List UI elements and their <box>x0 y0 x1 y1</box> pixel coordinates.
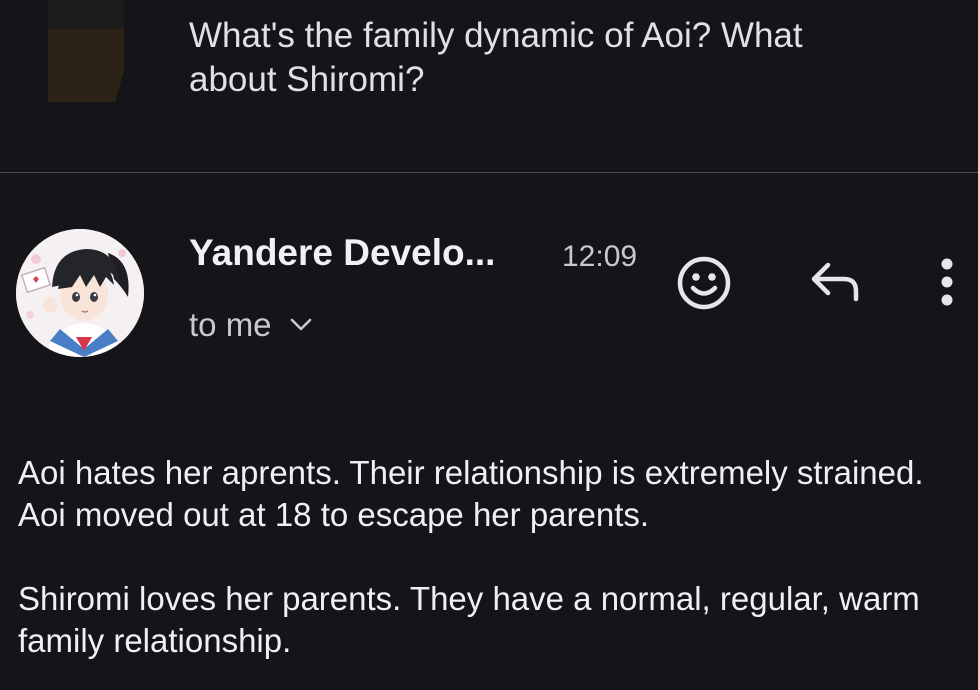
reply-button[interactable] <box>806 257 866 309</box>
more-vertical-icon <box>939 256 955 313</box>
smiley-reaction-icon <box>676 255 732 316</box>
message-paragraph: Shiromi loves her parents. They have a n… <box>18 580 920 659</box>
sender-avatar[interactable] <box>16 229 144 357</box>
previous-sender-avatar <box>48 0 124 102</box>
message-paragraph: Aoi hates her aprents. Their relationshi… <box>18 454 924 533</box>
recipient-details-toggle[interactable]: to me <box>189 306 312 344</box>
sender-name[interactable]: Yandere Develo... <box>189 232 495 274</box>
message-time: 12:09 <box>562 240 638 273</box>
previous-message-snippet: What's the family dynamic of Aoi? What a… <box>189 16 803 99</box>
recipient-label: to me <box>189 306 272 343</box>
more-options-button[interactable] <box>927 254 967 314</box>
chevron-down-icon <box>290 318 312 332</box>
email-thread-view: What's the family dynamic of Aoi? What a… <box>0 0 978 690</box>
reply-arrow-icon <box>808 259 864 308</box>
add-reaction-button[interactable] <box>676 255 732 316</box>
message-body: Aoi hates her aprents. Their relationshi… <box>18 452 968 690</box>
previous-message-collapsed[interactable]: What's the family dynamic of Aoi? What a… <box>0 0 978 172</box>
message-divider <box>0 172 978 173</box>
